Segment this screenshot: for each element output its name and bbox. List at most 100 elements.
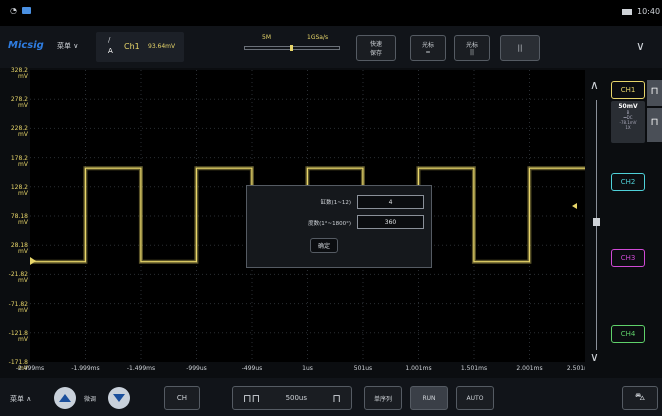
- y-tick-unit: mV: [18, 189, 28, 197]
- pause-icon: ||: [517, 44, 523, 52]
- pause-button[interactable]: ||: [500, 35, 540, 61]
- clock: 10:40: [637, 7, 661, 16]
- quick-save-line2: 保存: [369, 50, 382, 57]
- y-tick-unit: mV: [18, 73, 28, 80]
- triangle-down-icon: [113, 394, 125, 402]
- cursor-horizontal-button[interactable]: 光标 =: [410, 35, 446, 61]
- y-tick-unit: mV: [18, 306, 28, 314]
- fine-up-button[interactable]: [54, 387, 76, 409]
- bottom-menu-button[interactable]: 菜单 ∧: [10, 394, 31, 404]
- status-bar: ◔ 10:40: [0, 0, 662, 26]
- timebase-decrease-icon[interactable]: ⊓⊓: [243, 392, 260, 405]
- fine-down-button[interactable]: [108, 387, 130, 409]
- fine-adjust-label: 微调: [84, 396, 97, 403]
- ch-button[interactable]: CH: [164, 386, 200, 410]
- y-tick-label: 178.2 mV: [0, 155, 30, 168]
- y-tick-label: 28.18 mV: [0, 243, 30, 255]
- y-tick-label: -121.8 mV: [0, 330, 30, 343]
- ch1-info-probe-ratio: 1X: [625, 125, 631, 130]
- x-tick-label: -1.999ms: [71, 365, 100, 372]
- x-tick-label: -1.499ms: [126, 365, 156, 372]
- cursor-vertical-line1: 光标: [465, 42, 478, 49]
- run-button[interactable]: RUN: [410, 386, 448, 410]
- quick-save-button[interactable]: 快速 保存: [356, 35, 396, 61]
- sample-rate: 1GSa/s: [307, 34, 329, 41]
- x-tick-label: 501us: [353, 365, 373, 372]
- y-tick-label: 278.2 mV: [0, 97, 30, 109]
- memory-depth: 5M: [262, 34, 271, 41]
- y-tick-unit: mV: [18, 160, 28, 168]
- car-mode-button[interactable]: ⛍: [622, 386, 658, 410]
- grid-count-input[interactable]: 4: [357, 195, 424, 209]
- degree-input[interactable]: 360: [357, 215, 424, 229]
- cursor-vertical-button[interactable]: 光标 ||: [454, 35, 490, 61]
- cursor-settings-dialog: 缸数(1~12) 4 度数(1°~1800°) 360 确定: [246, 185, 432, 268]
- cursor-horizontal-line1: 光标: [421, 42, 434, 49]
- x-tick-label: -499us: [241, 365, 263, 372]
- ch3-button[interactable]: CH3: [611, 249, 645, 267]
- chevron-down-icon: ∨: [73, 42, 79, 50]
- bottom-bar: 菜单 ∧ 微调 CH ⊓⊓ 500us ⊓ 单序列 RUN AUTO ⛍: [0, 378, 662, 416]
- y-tick-label: -21.82 mV: [0, 272, 30, 284]
- chevron-down-icon[interactable]: ∨: [590, 350, 599, 364]
- degree-label: 度数(1°~1800°): [308, 221, 351, 227]
- ch1-ground-marker[interactable]: [30, 257, 36, 265]
- timebase-value: 500us: [285, 394, 308, 402]
- bottom-menu-label: 菜单: [10, 395, 24, 403]
- x-tick-label: 1.001ms: [405, 365, 432, 372]
- timebase-increase-icon[interactable]: ⊓: [332, 392, 341, 405]
- confirm-button[interactable]: 确定: [310, 238, 338, 253]
- app-icon: [22, 7, 31, 14]
- menu-dropdown[interactable]: 菜单 ∨: [57, 41, 78, 51]
- y-tick-label: 328.2 mV: [0, 68, 30, 80]
- y-tick-unit: mV: [18, 335, 28, 343]
- waveform-type-pulse-icon[interactable]: ⊓: [647, 108, 662, 142]
- waveform-type-square-icon[interactable]: ⊓: [647, 80, 662, 106]
- y-tick-unit: mV: [18, 102, 28, 110]
- triangle-up-icon: [59, 394, 71, 402]
- y-tick-label: -71.82 mV: [0, 301, 30, 314]
- y-tick-label: 228.2 mV: [0, 126, 30, 138]
- trigger-level: 93.64mV: [148, 43, 176, 50]
- ch1-scale: 50mV: [618, 103, 638, 110]
- cursor-vertical-line2: ||: [469, 49, 475, 56]
- x-tick-label: 2.001ms: [516, 365, 543, 372]
- top-toolbar: Micsig 菜单 ∨ / A Ch1 93.64mV 5M 1GSa/s 快速…: [0, 26, 662, 68]
- menu-label: 菜单: [57, 42, 71, 50]
- single-sequence-button[interactable]: 单序列: [364, 386, 402, 410]
- grid-count-label: 缸数(1~12): [320, 200, 351, 206]
- trigger-level-marker[interactable]: [572, 203, 577, 209]
- cursor-horizontal-line2: =: [425, 49, 431, 56]
- x-tick-label: -2.499ms: [15, 365, 45, 372]
- y-tick-label: 128.2 mV: [0, 184, 30, 197]
- chevron-down-icon[interactable]: ∨: [636, 39, 645, 53]
- x-tick-label: 1.501ms: [460, 365, 488, 372]
- ch4-button[interactable]: CH4: [611, 325, 645, 343]
- y-tick-label: 78.18 mV: [0, 214, 30, 226]
- trigger-mode: A: [108, 47, 113, 55]
- battery-icon: [622, 9, 632, 15]
- trigger-edge-icon: /: [108, 36, 111, 44]
- memory-bar-marker: [290, 45, 293, 51]
- y-tick-unit: mV: [18, 277, 28, 285]
- trigger-panel[interactable]: / A Ch1 93.64mV: [96, 32, 184, 62]
- y-tick-unit: mV: [18, 219, 28, 226]
- x-tick-label: 1us: [302, 365, 313, 372]
- brand-logo: Micsig: [8, 40, 44, 51]
- ch1-settings-panel[interactable]: 50mV B ⎓DC -78.1mV 1X: [611, 101, 645, 143]
- auto-button[interactable]: AUTO: [456, 386, 494, 410]
- y-tick-unit: mV: [18, 131, 28, 139]
- chevron-up-icon[interactable]: ∧: [590, 78, 599, 92]
- timebase-control[interactable]: ⊓⊓ 500us ⊓: [232, 386, 352, 410]
- x-tick-label: -999us: [186, 365, 207, 372]
- y-tick-unit: mV: [18, 248, 28, 256]
- chevron-up-icon: ∧: [26, 395, 32, 403]
- timebase-indicator[interactable]: 5M 1GSa/s: [244, 32, 340, 56]
- scroll-thumb[interactable]: [593, 218, 600, 226]
- ch2-button[interactable]: CH2: [611, 173, 645, 191]
- trigger-channel: Ch1: [124, 42, 140, 51]
- quick-save-line1: 快速: [369, 41, 382, 48]
- ch1-button[interactable]: CH1: [611, 81, 645, 99]
- wifi-icon: ◔: [10, 6, 17, 15]
- car-icon: ⛍: [634, 391, 646, 403]
